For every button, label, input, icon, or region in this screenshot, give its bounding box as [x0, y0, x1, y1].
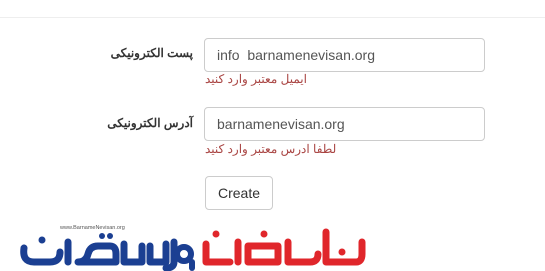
logo-url-text: www.BarnameNevisan.org: [60, 225, 125, 231]
email-input[interactable]: [204, 38, 485, 72]
email-validation-error: ایمیل معتبر وارد کنید: [205, 72, 307, 86]
address-label: آدرس الکترونیکی: [107, 116, 193, 130]
top-divider: [0, 17, 545, 18]
create-form-page: پست الکترونیکی ایمیل معتبر وارد کنید آدر…: [0, 0, 545, 271]
create-button[interactable]: Create: [205, 176, 273, 210]
email-label: پست الکترونیکی: [110, 46, 193, 60]
address-validation-error: لطفا ادرس معتبر وارد کنید: [205, 142, 337, 156]
address-input[interactable]: [204, 107, 485, 141]
